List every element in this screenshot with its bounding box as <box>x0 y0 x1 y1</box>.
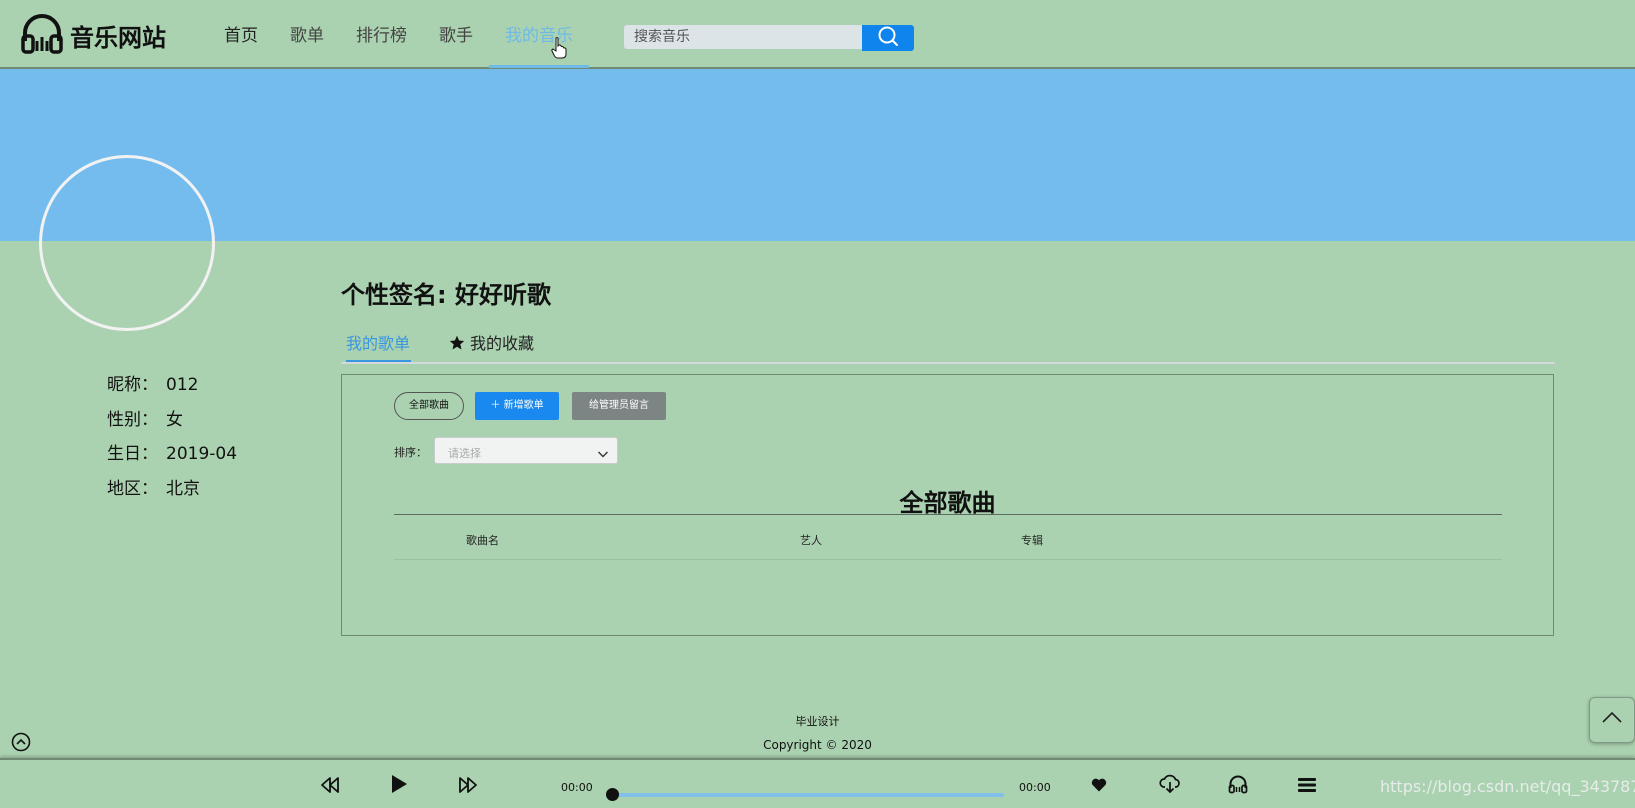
current-time: 00:00 <box>561 781 593 794</box>
chevron-down-icon <box>597 445 609 464</box>
headphones-icon[interactable] <box>1228 774 1248 798</box>
heart-icon[interactable] <box>1091 777 1107 796</box>
search-icon <box>877 25 899 51</box>
back-to-top-button[interactable] <box>1589 697 1635 743</box>
info-row-birthday: 生日： 2019-04 <box>107 437 237 472</box>
sort-placeholder: 请选择 <box>448 447 481 460</box>
info-label: 地区： <box>107 478 158 499</box>
divider <box>394 514 1502 515</box>
hand-cursor-icon <box>551 37 567 63</box>
chevron-up-icon <box>1600 706 1624 734</box>
nav-charts[interactable]: 排行榜 <box>340 0 423 67</box>
nav-playlists[interactable]: 歌单 <box>274 0 340 67</box>
play-icon[interactable] <box>390 774 408 798</box>
column-header-album: 专辑 <box>1021 534 1043 547</box>
nav-singers[interactable]: 歌手 <box>423 0 489 67</box>
sort-select[interactable]: 请选择 <box>434 437 618 464</box>
rewind-icon[interactable] <box>320 777 340 797</box>
tab-my-playlists[interactable]: 我的歌单 <box>346 332 412 362</box>
site-name: 音乐网站 <box>70 23 166 52</box>
watermark: https://blog.csdn.net/qq_34378776 <box>1380 777 1635 796</box>
info-label: 昵称： <box>107 375 158 395</box>
main-nav: 首页 歌单 排行榜 歌手 我的音乐 <box>208 0 589 68</box>
song-list-title: 全部歌曲 <box>899 489 996 517</box>
add-playlist-button[interactable]: ＋ 新增歌单 <box>475 392 559 420</box>
tab-my-favorites[interactable]: 我的收藏 <box>449 332 534 360</box>
sort-label: 排序： <box>394 446 427 459</box>
footer-copyright: Copyright © 2020 <box>763 738 872 752</box>
search-button[interactable] <box>862 25 914 51</box>
search-bar <box>624 25 914 51</box>
info-row-gender: 性别： 女 <box>107 403 237 438</box>
search-input[interactable] <box>624 25 862 49</box>
info-value: 012 <box>166 375 199 395</box>
star-icon <box>449 332 465 358</box>
site-logo[interactable]: 音乐网站 <box>20 11 166 59</box>
fast-forward-icon[interactable] <box>458 777 478 797</box>
headphones-icon <box>20 11 64 59</box>
info-label: 生日： <box>107 444 158 464</box>
avatar[interactable] <box>39 155 215 331</box>
message-admin-button[interactable]: 给管理员留言 <box>572 392 666 420</box>
info-label: 性别： <box>107 409 158 430</box>
progress-track[interactable] <box>612 793 1004 797</box>
total-time: 00:00 <box>1019 781 1051 794</box>
column-header-song: 歌曲名 <box>466 534 499 547</box>
profile-banner <box>0 69 1635 241</box>
info-row-nickname: 昵称： 012 <box>107 368 237 403</box>
progress-handle[interactable] <box>606 788 619 801</box>
playlist-icon[interactable] <box>1298 777 1316 797</box>
footer-project: 毕业设计 <box>795 715 840 728</box>
tab-label: 我的收藏 <box>470 334 535 353</box>
nav-my-music[interactable]: 我的音乐 <box>489 0 589 68</box>
user-info: 昵称： 012 性别： 女 生日： 2019-04 地区： 北京 <box>107 368 237 506</box>
divider <box>394 559 1502 560</box>
all-songs-button[interactable]: 全部歌曲 <box>394 392 464 420</box>
download-icon[interactable] <box>1159 774 1181 798</box>
signature: 个性签名: 好好听歌 <box>341 281 551 309</box>
info-value: 女 <box>166 409 183 430</box>
nav-home[interactable]: 首页 <box>208 0 274 67</box>
playbar-toggle-icon[interactable] <box>11 732 31 756</box>
info-value: 北京 <box>166 478 200 499</box>
column-header-artist: 艺人 <box>800 534 822 547</box>
info-row-region: 地区： 北京 <box>107 472 237 507</box>
playlist-panel: 全部歌曲 ＋ 新增歌单 给管理员留言 排序： 请选择 全部歌曲 歌曲名 艺人 专… <box>341 374 1554 636</box>
top-header: 音乐网站 首页 歌单 排行榜 歌手 我的音乐 <box>0 0 1635 69</box>
info-value: 2019-04 <box>166 444 238 464</box>
profile-tabs: 我的歌单 我的收藏 <box>341 332 1555 364</box>
